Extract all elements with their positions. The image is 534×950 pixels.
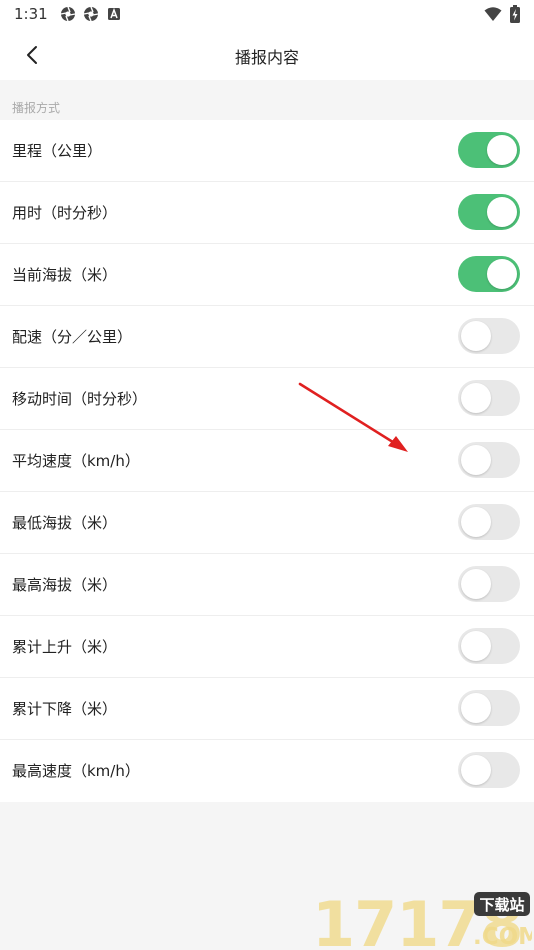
toggle-knob xyxy=(461,569,491,599)
setting-toggle[interactable] xyxy=(458,380,520,416)
watermark-badge: 下载站 xyxy=(479,896,524,914)
setting-label: 最低海拔（米） xyxy=(12,514,118,532)
setting-toggle[interactable] xyxy=(458,132,520,168)
toggle-knob xyxy=(461,507,491,537)
setting-label: 配速（分／公里） xyxy=(12,328,133,346)
toggle-knob xyxy=(461,693,491,723)
setting-toggle[interactable] xyxy=(458,318,520,354)
setting-toggle[interactable] xyxy=(458,442,520,478)
setting-toggle[interactable] xyxy=(458,690,520,726)
status-time: 1:31 xyxy=(14,5,48,23)
setting-label: 最高速度（km/h） xyxy=(12,762,140,780)
toggle-knob xyxy=(461,383,491,413)
setting-toggle[interactable] xyxy=(458,194,520,230)
toggle-knob xyxy=(487,197,517,227)
setting-label: 当前海拔（米） xyxy=(12,266,118,284)
setting-row: 最高速度（km/h） xyxy=(0,740,534,802)
setting-toggle[interactable] xyxy=(458,752,520,788)
setting-row: 最高海拔（米） xyxy=(0,554,534,616)
setting-toggle[interactable] xyxy=(458,628,520,664)
setting-row: 移动时间（时分秒） xyxy=(0,368,534,430)
toggle-knob xyxy=(487,135,517,165)
status-notification-icons xyxy=(60,6,122,22)
setting-label: 里程（公里） xyxy=(12,142,103,160)
app-header: 播报内容 xyxy=(0,30,534,80)
watermark-logo: 17178 下载站 .COM xyxy=(312,888,532,948)
setting-row: 累计上升（米） xyxy=(0,616,534,678)
page-title: 播报内容 xyxy=(234,48,299,67)
setting-toggle[interactable] xyxy=(458,256,520,292)
wifi-icon xyxy=(484,7,502,21)
section-label: 播报方式 xyxy=(12,101,61,115)
aperture-icon xyxy=(83,6,99,22)
aperture-icon xyxy=(60,6,76,22)
setting-row: 平均速度（km/h） xyxy=(0,430,534,492)
setting-label: 累计下降（米） xyxy=(12,700,118,718)
setting-label: 平均速度（km/h） xyxy=(12,452,140,470)
setting-row: 配速（分／公里） xyxy=(0,306,534,368)
setting-label: 累计上升（米） xyxy=(12,638,118,656)
status-system-icons xyxy=(484,5,520,23)
setting-row: 用时（时分秒） xyxy=(0,182,534,244)
setting-row: 当前海拔（米） xyxy=(0,244,534,306)
toggle-knob xyxy=(461,631,491,661)
setting-row: 最低海拔（米） xyxy=(0,492,534,554)
setting-label: 最高海拔（米） xyxy=(12,576,118,594)
toggle-knob xyxy=(461,445,491,475)
setting-toggle[interactable] xyxy=(458,504,520,540)
setting-label: 移动时间（时分秒） xyxy=(12,390,148,408)
app-a-icon xyxy=(108,7,120,20)
annotation-arrow xyxy=(298,382,408,452)
watermark-domain: .COM xyxy=(473,924,532,948)
setting-row: 里程（公里） xyxy=(0,120,534,182)
broadcast-settings-list: 里程（公里） 用时（时分秒） 当前海拔（米） 配速（分／公里） 移动时间（时分秒） 平均速… xyxy=(0,120,534,802)
status-bar: 1:31 xyxy=(0,0,534,30)
setting-toggle[interactable] xyxy=(458,566,520,602)
toggle-knob xyxy=(461,321,491,351)
toggle-knob xyxy=(487,259,517,289)
battery-charging-icon xyxy=(510,5,520,23)
toggle-knob xyxy=(461,755,491,785)
setting-label: 用时（时分秒） xyxy=(12,204,118,222)
setting-row: 累计下降（米） xyxy=(0,678,534,740)
